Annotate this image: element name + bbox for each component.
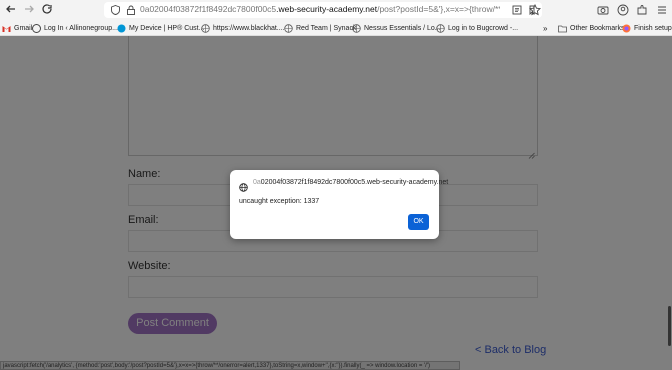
- chevron-right-icon[interactable]: »: [543, 23, 547, 33]
- globe-icon: [436, 23, 445, 33]
- globe-icon: [352, 23, 361, 33]
- bookmark-label: Other Bookmarks: [570, 24, 625, 32]
- globe-icon: [239, 179, 248, 192]
- browser-toolbar: 0a02004f03872f1f8492dc7800f00c5.web-secu…: [0, 0, 672, 20]
- url-bar[interactable]: 0a02004f03872f1f8492dc7800f00c5.web-secu…: [104, 2, 542, 18]
- gmail-icon: [2, 24, 11, 33]
- ok-button[interactable]: OK: [408, 214, 429, 230]
- bookmark-label: Gmail: [14, 24, 33, 32]
- account-icon[interactable]: [617, 3, 630, 16]
- reload-icon[interactable]: [40, 3, 54, 17]
- menu-icon[interactable]: [656, 3, 669, 16]
- firefox-icon: [622, 24, 631, 33]
- bookmark-synack[interactable]: Red Team | Synack: [284, 23, 356, 33]
- extensions-icon[interactable]: [636, 3, 649, 16]
- bookmark-gmail[interactable]: Gmail: [2, 23, 32, 33]
- reader-view-icon[interactable]: [512, 5, 522, 15]
- url-host: .web-security-academy.net: [276, 4, 378, 14]
- bookmark-label: https://www.blackhat....: [213, 24, 285, 32]
- url-prefix: 0a02004f03872f1f8492dc7800f00c5: [140, 4, 277, 14]
- dialog-message: uncaught exception: 1337: [239, 198, 320, 205]
- globe-icon: [284, 23, 293, 33]
- bookmark-label: Log in to Bugcrowd -...: [448, 24, 519, 32]
- alert-dialog: 0a02004f03872f1f8492dc7800f00c5.web-secu…: [230, 170, 448, 239]
- bookmark-label: My Device | HP® Cust...: [129, 24, 205, 32]
- url-path: /post?postId=5&'},x=x=>{throw/**/onerror…: [377, 4, 500, 14]
- bookmark-label: Nessus Essentials / Lo...: [364, 24, 441, 32]
- screenshot-icon[interactable]: [597, 3, 610, 16]
- shield-icon[interactable]: [111, 5, 120, 15]
- forward-arrow-icon[interactable]: [22, 3, 36, 17]
- browser-window: 0a02004f03872f1f8492dc7800f00c5.web-secu…: [0, 0, 672, 370]
- folder-icon: [558, 24, 567, 33]
- hp-icon: [117, 24, 126, 33]
- bookmarks-bar: Gmail Log In ‹ Allinonegroup... My Devic…: [0, 20, 672, 36]
- bookmark-other[interactable]: Other Bookmarks: [558, 23, 624, 33]
- back-arrow-icon[interactable]: [4, 3, 18, 17]
- dialog-origin: 0a02004f03872f1f8492dc7800f00c5.web-secu…: [253, 179, 448, 186]
- globe-icon: [201, 23, 210, 33]
- url-text: 0a02004f03872f1f8492dc7800f00c5.web-secu…: [140, 4, 500, 14]
- bookmark-bugcrowd[interactable]: Log in to Bugcrowd -...: [436, 23, 518, 33]
- star-bookmark-icon[interactable]: [528, 3, 542, 16]
- bookmark-label: Log In ‹ Allinonegroup...: [44, 24, 118, 32]
- bookmark-nessus[interactable]: Nessus Essentials / Lo...: [352, 23, 441, 33]
- bookmark-blackhat[interactable]: https://www.blackhat....: [201, 23, 285, 33]
- dialog-origin-host: 02004f03872f1f8492dc7800f00c5.web-securi…: [260, 179, 449, 186]
- bookmark-hp[interactable]: My Device | HP® Cust...: [117, 23, 204, 33]
- lock-icon[interactable]: [127, 5, 135, 15]
- wordpress-icon: [32, 23, 41, 33]
- bookmark-finish-setup[interactable]: Finish setup: [622, 23, 672, 33]
- bookmark-label: Red Team | Synack: [296, 24, 357, 32]
- bookmark-allinonegroup[interactable]: Log In ‹ Allinonegroup...: [32, 23, 118, 33]
- bookmark-label: Finish setup: [634, 24, 672, 32]
- dialog-origin-faded: 0a: [253, 179, 261, 186]
